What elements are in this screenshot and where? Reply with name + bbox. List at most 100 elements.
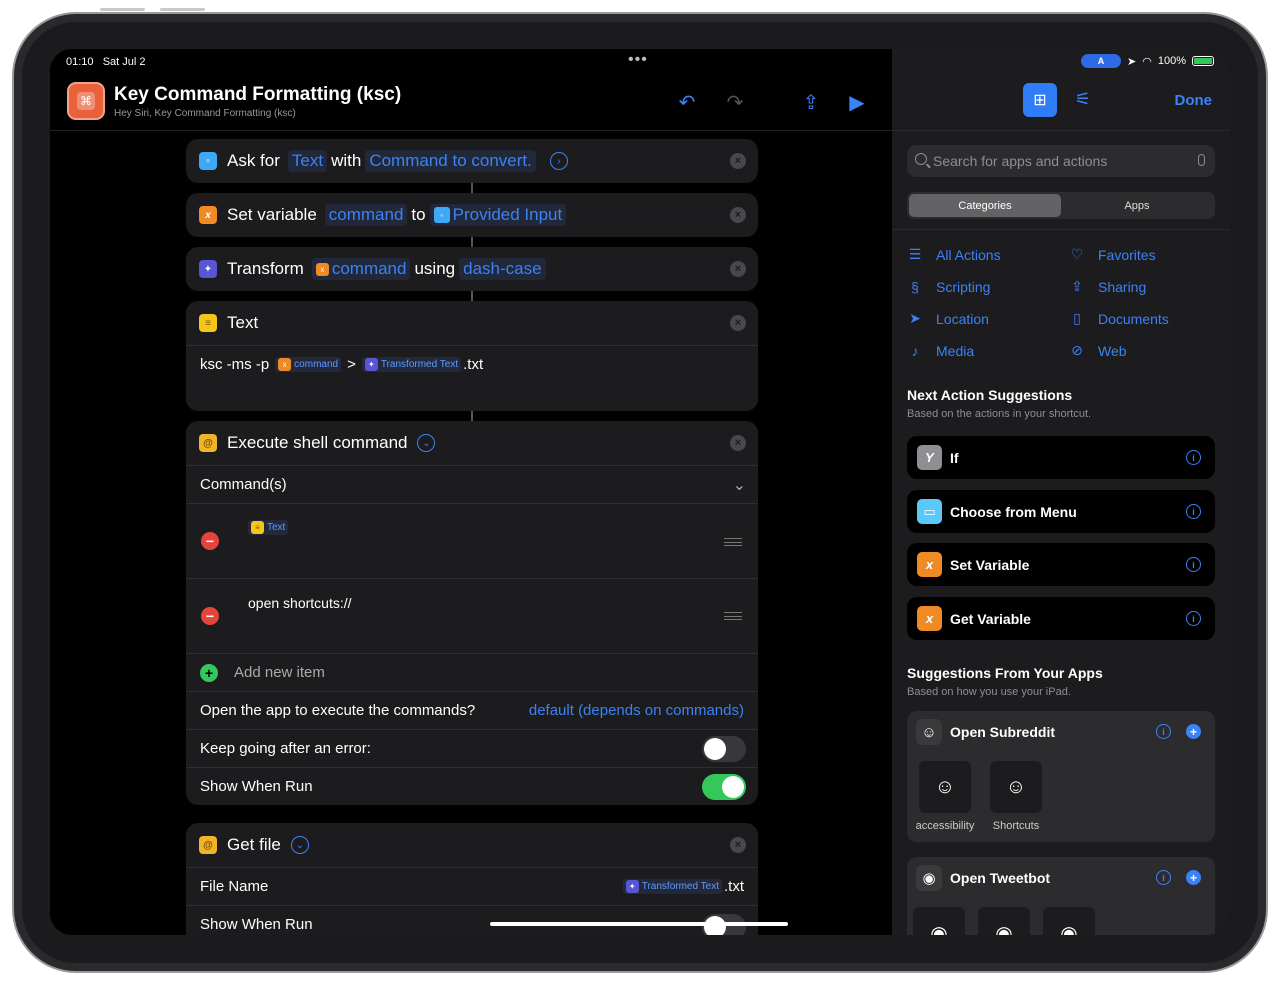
- text-body[interactable]: ksc -ms -p x command > ✦ Transformed Text …: [186, 346, 758, 383]
- commands-header[interactable]: Command(s) ⌄: [186, 465, 758, 503]
- info-icon[interactable]: i: [1186, 557, 1201, 572]
- divider: [892, 229, 1230, 230]
- category-documents[interactable]: ▯ Documents: [1069, 309, 1217, 328]
- chevron-right-icon[interactable]: ›: [549, 152, 568, 170]
- transformed-text-token[interactable]: ✦ Transformed Text: [622, 879, 722, 894]
- done-button[interactable]: Done: [1175, 92, 1213, 109]
- category-favorites[interactable]: ♡ Favorites: [1069, 245, 1217, 264]
- shortcut-subtitle: Hey Siri, Key Command Formatting (ksc): [114, 108, 296, 119]
- drag-handle-icon[interactable]: [724, 538, 742, 546]
- command-item-2[interactable]: − open shortcuts://: [186, 578, 758, 653]
- app-suggestion-open-tweetbot[interactable]: ◉ Open Tweetbot i + ◉ ◉ ◉: [907, 857, 1215, 935]
- variable-token[interactable]: x command: [311, 258, 411, 280]
- scripting-icon: §: [911, 278, 919, 295]
- drag-handle-icon[interactable]: [724, 612, 742, 620]
- remove-action-icon[interactable]: ×: [730, 435, 746, 451]
- search-input[interactable]: Search for apps and actions: [907, 145, 1215, 177]
- category-sharing[interactable]: ⇪ Sharing: [1069, 277, 1217, 296]
- tile[interactable]: ◉: [1043, 907, 1095, 935]
- delete-item-icon[interactable]: −: [201, 532, 219, 550]
- shortcut-title[interactable]: Key Command Formatting (ksc): [114, 84, 401, 106]
- command-item-1[interactable]: − ≡ Text: [186, 503, 758, 578]
- microphone-icon[interactable]: [1198, 154, 1205, 166]
- action-label: with: [331, 151, 362, 170]
- remove-action-icon[interactable]: ×: [730, 207, 746, 223]
- add-item-row[interactable]: + Add new item: [186, 653, 758, 691]
- undo-icon[interactable]: ↶: [674, 89, 700, 115]
- add-item-label[interactable]: Add new item: [234, 664, 325, 681]
- shortcut-icon[interactable]: ⌘: [67, 82, 105, 120]
- file-name-row[interactable]: File Name ✦ Transformed Text .txt: [186, 867, 758, 905]
- tab-apps[interactable]: Apps: [1061, 194, 1213, 217]
- text-icon: ≡: [199, 314, 217, 332]
- tile[interactable]: ◉: [978, 907, 1030, 935]
- action-ask-for[interactable]: ▫ Ask for Text with Command to convert. …: [186, 139, 758, 183]
- chevron-down-icon[interactable]: ⌄: [417, 434, 436, 452]
- open-app-value[interactable]: default (depends on commands): [529, 702, 744, 719]
- action-get-file[interactable]: @ Get file ⌄ × File Name ✦ Transformed Te…: [186, 823, 758, 935]
- sliders-icon[interactable]: ⚟: [1071, 87, 1095, 111]
- suggestion-choose-from-menu[interactable]: ▭ Choose from Menu i: [907, 490, 1215, 533]
- play-icon[interactable]: ▶: [844, 89, 870, 115]
- action-text[interactable]: ≡ Text × ksc -ms -p x command > ✦ Transfor…: [186, 301, 758, 411]
- text-token[interactable]: ≡ Text: [248, 520, 289, 535]
- delete-item-icon[interactable]: −: [201, 607, 219, 625]
- info-icon[interactable]: i: [1186, 504, 1201, 519]
- action-label: Text: [227, 313, 259, 332]
- list-icon: ☰: [908, 246, 922, 262]
- show-when-run-toggle[interactable]: [702, 773, 746, 800]
- chevron-down-icon[interactable]: ⌄: [733, 475, 746, 495]
- info-icon[interactable]: i: [1156, 724, 1171, 739]
- suggestion-if[interactable]: Y If i: [907, 436, 1215, 479]
- action-transform[interactable]: ✦ Transform x command using dash-case ×: [186, 247, 758, 291]
- category-scripting[interactable]: § Scripting: [907, 277, 1069, 296]
- category-location[interactable]: ➤ Location: [907, 309, 1069, 328]
- file-name-value[interactable]: ✦ Transformed Text .txt: [622, 878, 744, 895]
- action-label: to: [411, 205, 426, 224]
- remove-action-icon[interactable]: ×: [730, 261, 746, 277]
- info-icon[interactable]: i: [1156, 870, 1171, 885]
- category-all-actions[interactable]: ☰ All Actions: [907, 245, 1069, 264]
- case-token[interactable]: dash-case: [459, 258, 546, 280]
- add-icon[interactable]: +: [1186, 870, 1201, 885]
- suggestion-get-variable[interactable]: x Get Variable i: [907, 597, 1215, 640]
- action-set-variable[interactable]: x Set variable command to ▫ Provided Inpu…: [186, 193, 758, 237]
- provided-input-token[interactable]: ▫ Provided Input: [429, 204, 567, 226]
- redo-icon[interactable]: ↷: [722, 89, 748, 115]
- segmented-control: Categories Apps: [907, 192, 1215, 219]
- info-icon[interactable]: i: [1186, 450, 1201, 465]
- music-note-icon: ♪: [911, 342, 919, 359]
- home-indicator[interactable]: [490, 922, 788, 926]
- remove-action-icon[interactable]: ×: [730, 837, 746, 853]
- multitasking-dots-icon[interactable]: •••: [628, 51, 648, 69]
- category-web[interactable]: ⊘ Web: [1069, 341, 1217, 360]
- variable-token[interactable]: command: [324, 204, 408, 226]
- actions-list[interactable]: ▫ Ask for Text with Command to convert. …: [186, 139, 758, 935]
- tile[interactable]: ◉: [913, 907, 965, 935]
- keep-going-toggle[interactable]: [702, 735, 746, 762]
- category-media[interactable]: ♪ Media: [907, 341, 1069, 360]
- tile-shortcuts[interactable]: ☺: [990, 761, 1042, 813]
- info-icon[interactable]: i: [1186, 611, 1201, 626]
- add-action-icon[interactable]: ⊞: [1023, 83, 1057, 117]
- open-app-row[interactable]: Open the app to execute the commands? de…: [186, 691, 758, 729]
- screen-record-icon: A: [1081, 54, 1122, 68]
- command-text[interactable]: open shortcuts://: [248, 595, 352, 611]
- transformed-text-token[interactable]: ✦ Transformed Text: [361, 357, 462, 372]
- share-icon[interactable]: ⇪: [798, 89, 824, 115]
- suggestion-set-variable[interactable]: x Set Variable i: [907, 543, 1215, 586]
- action-execute-shell[interactable]: @ Execute shell command ⌄ × Command(s) ⌄…: [186, 421, 758, 805]
- variable-token[interactable]: x command: [275, 357, 342, 372]
- prompt-token[interactable]: Command to convert.: [365, 150, 536, 172]
- document-icon: ▯: [1073, 310, 1081, 326]
- add-icon[interactable]: +: [1186, 724, 1201, 739]
- chevron-down-icon[interactable]: ⌄: [290, 836, 309, 854]
- transform-icon: ✦: [199, 260, 217, 278]
- tile-accessibility[interactable]: ☺: [919, 761, 971, 813]
- app-suggestion-open-subreddit[interactable]: ☺ Open Subreddit i + ☺ accessibility ☺ S…: [907, 711, 1215, 842]
- text-token[interactable]: Text: [287, 150, 328, 172]
- add-icon[interactable]: +: [200, 663, 218, 682]
- remove-action-icon[interactable]: ×: [730, 315, 746, 331]
- remove-action-icon[interactable]: ×: [730, 153, 746, 169]
- tab-categories[interactable]: Categories: [909, 194, 1061, 217]
